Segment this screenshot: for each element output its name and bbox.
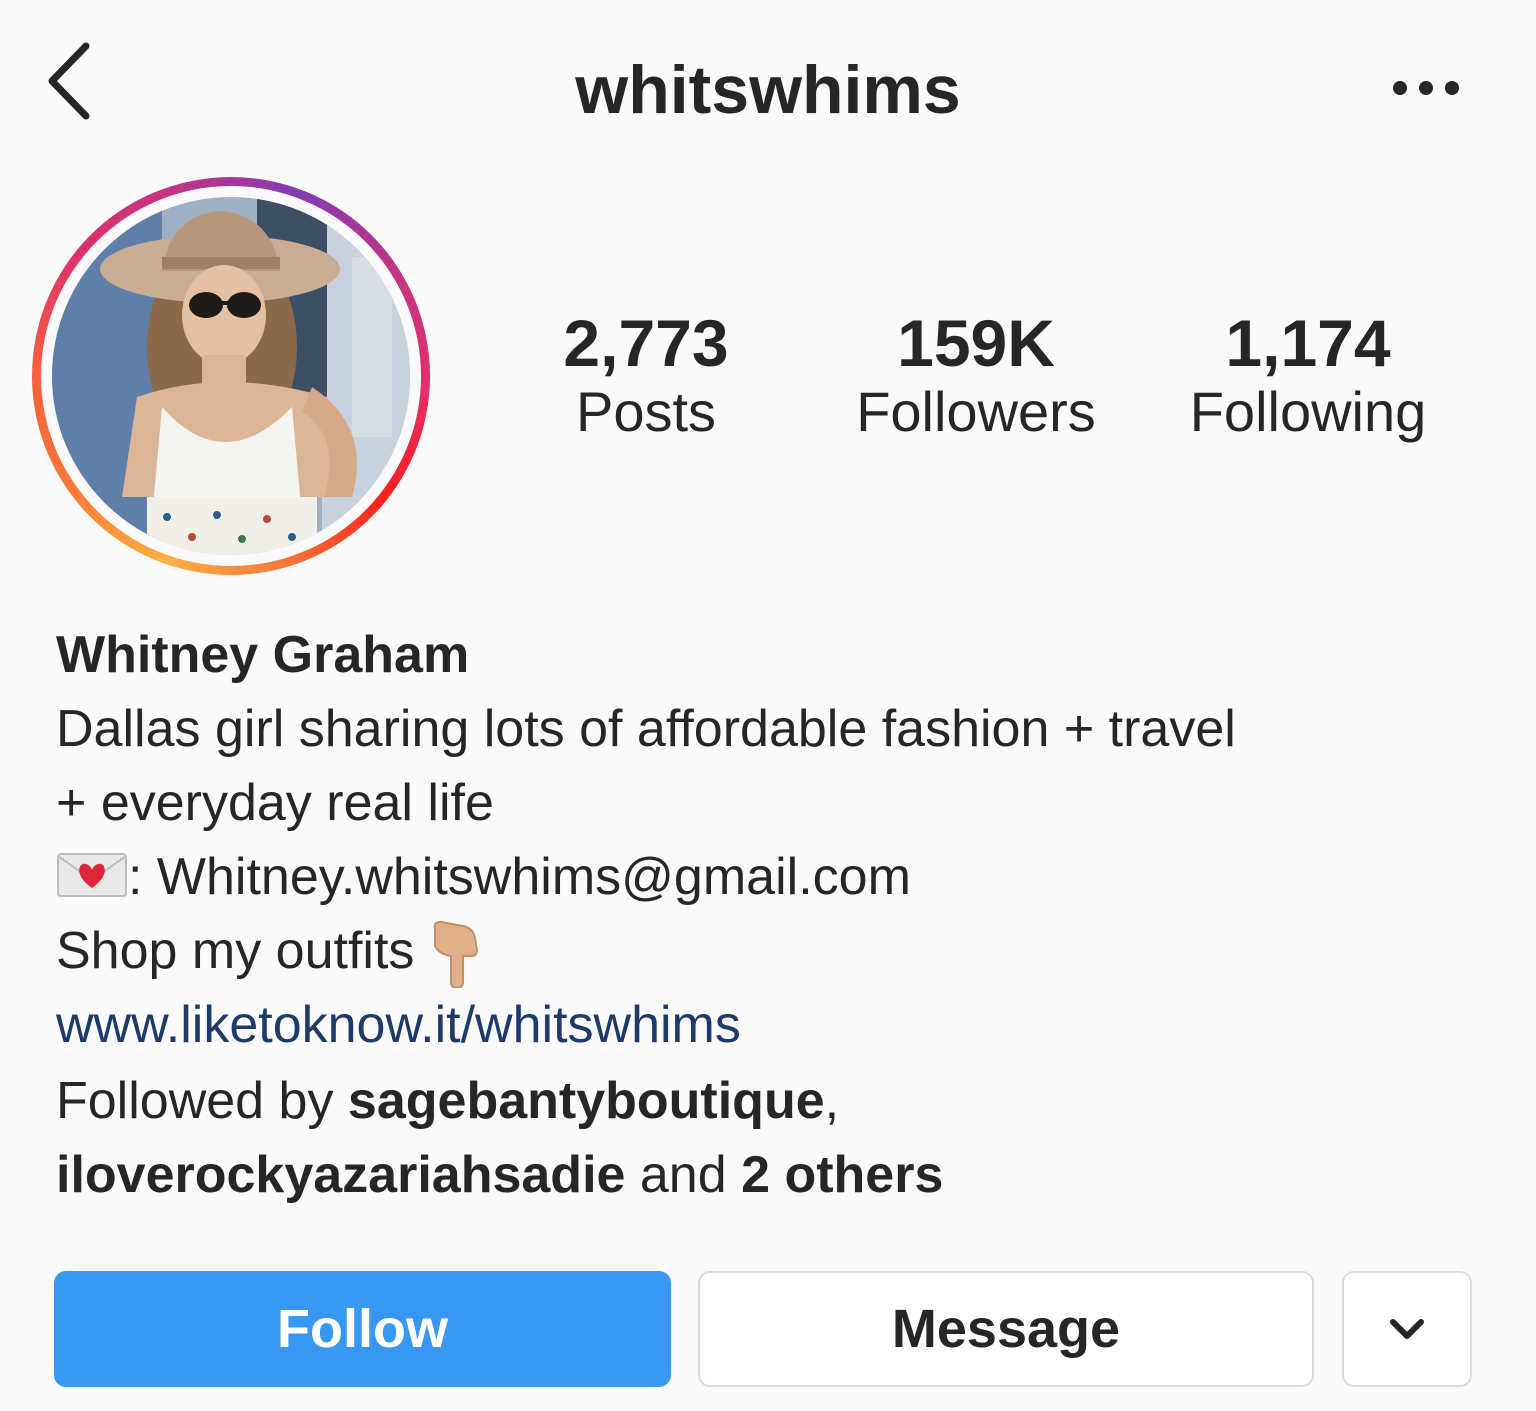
- chevron-down-icon: [1390, 1319, 1424, 1339]
- followed-others-link[interactable]: 2 others: [741, 1146, 943, 1204]
- profile-photo: [52, 197, 410, 555]
- followed-by-prefix: Followed by: [56, 1072, 348, 1130]
- profile-username: whitswhims: [575, 52, 961, 128]
- website-link[interactable]: www.liketoknow.it/whitswhims: [56, 988, 741, 1062]
- following-stat[interactable]: 1,174 Following: [1148, 306, 1468, 444]
- mutual-follower-link[interactable]: iloverockyazariahsadie: [56, 1146, 625, 1204]
- ellipsis-icon: [1393, 81, 1459, 95]
- followed-and: and: [625, 1146, 742, 1204]
- message-button[interactable]: Message: [698, 1271, 1314, 1387]
- follow-button[interactable]: Follow: [54, 1271, 671, 1387]
- more-options-button[interactable]: [1388, 68, 1464, 108]
- shop-text: Shop my outfits: [56, 922, 429, 980]
- posts-count: 2,773: [563, 306, 729, 380]
- contact-email[interactable]: Whitney.whitswhims@gmail.com: [157, 848, 911, 906]
- love-letter-icon: [57, 853, 127, 897]
- following-count: 1,174: [1225, 306, 1391, 380]
- email-separator: :: [128, 848, 157, 906]
- followed-by-line: iloverockyazariahsadie and 2 others: [56, 1138, 943, 1212]
- followers-stat[interactable]: 159K Followers: [816, 306, 1136, 444]
- bio-shop-line: Shop my outfits: [56, 914, 483, 990]
- followers-label: Followers: [856, 380, 1096, 443]
- full-name: Whitney Graham: [56, 626, 470, 684]
- followed-separator: ,: [824, 1072, 840, 1130]
- followed-by-line: Followed by sagebantyboutique,: [56, 1064, 839, 1138]
- bio-email-line: : Whitney.whitswhims@gmail.com: [56, 840, 911, 914]
- suggested-accounts-button[interactable]: [1342, 1271, 1472, 1387]
- posts-stat[interactable]: 2,773 Posts: [486, 306, 806, 444]
- following-label: Following: [1189, 380, 1427, 443]
- pointing-down-icon: [433, 920, 478, 990]
- posts-label: Posts: [575, 380, 717, 443]
- followers-count: 159K: [897, 306, 1055, 380]
- bio-text-line: + everyday real life: [56, 774, 494, 832]
- mutual-follower-link[interactable]: sagebantyboutique: [348, 1072, 825, 1130]
- avatar[interactable]: [52, 197, 410, 555]
- bio-text-line: Dallas girl sharing lots of affordable f…: [56, 700, 1236, 758]
